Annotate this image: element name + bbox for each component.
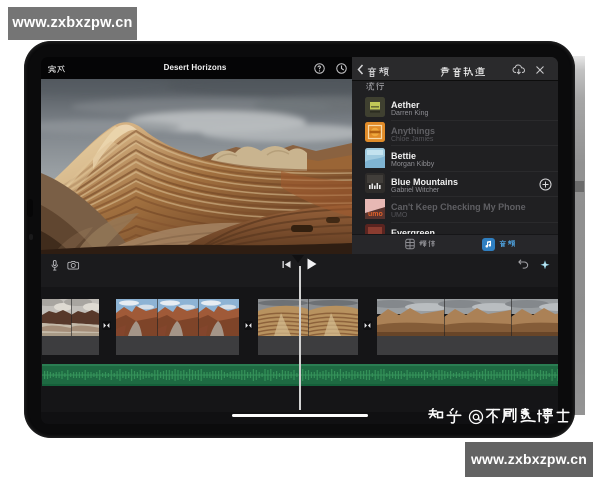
svg-text:umo: umo <box>368 211 383 218</box>
